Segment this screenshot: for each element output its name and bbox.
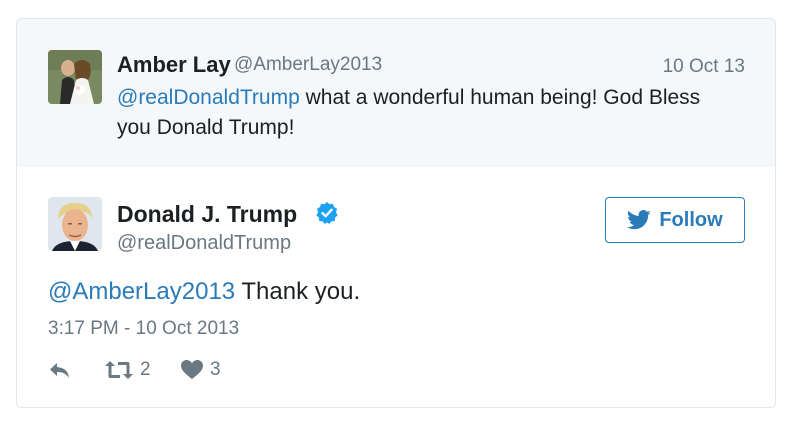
tweet-author-name[interactable]: Donald J. Trump (117, 201, 297, 228)
reply-mention-link[interactable]: @realDonaldTrump (117, 86, 300, 109)
reply-author-name[interactable]: Amber Lay (117, 52, 231, 78)
verified-badge-icon (316, 202, 338, 224)
reply-date[interactable]: 10 Oct 13 (663, 56, 745, 78)
tweet-body: Thank you. (235, 278, 361, 305)
parent-tweet[interactable]: Amber Lay @AmberLay2013 10 Oct 13 @realD… (17, 19, 775, 167)
tweet-author-avatar[interactable] (48, 197, 102, 251)
reply-text: @realDonaldTrump what a wonderful human … (117, 83, 727, 143)
like-count: 3 (210, 359, 221, 380)
tweet-author-handle[interactable]: @realDonaldTrump (117, 232, 291, 255)
follow-label: Follow (659, 208, 723, 231)
embedded-tweet-card: Amber Lay @AmberLay2013 10 Oct 13 @realD… (16, 18, 776, 408)
heart-icon (181, 360, 203, 379)
twitter-bird-icon (627, 210, 651, 230)
like-action[interactable]: 3 (180, 359, 221, 381)
tweet-timestamp[interactable]: 3:17 PM - 10 Oct 2013 (48, 318, 239, 340)
tweet-text: @AmberLay2013 Thank you. (48, 278, 360, 306)
retweet-icon (105, 361, 133, 379)
reply-icon (50, 363, 69, 378)
tweet-mention-link[interactable]: @AmberLay2013 (48, 278, 235, 305)
follow-button[interactable]: Follow (605, 197, 745, 243)
retweet-action[interactable]: 2 (104, 359, 151, 381)
reply-author-avatar[interactable] (48, 50, 102, 104)
reply-action[interactable] (48, 359, 72, 381)
reply-author-handle[interactable]: @AmberLay2013 (234, 54, 382, 76)
retweet-count: 2 (140, 359, 151, 380)
